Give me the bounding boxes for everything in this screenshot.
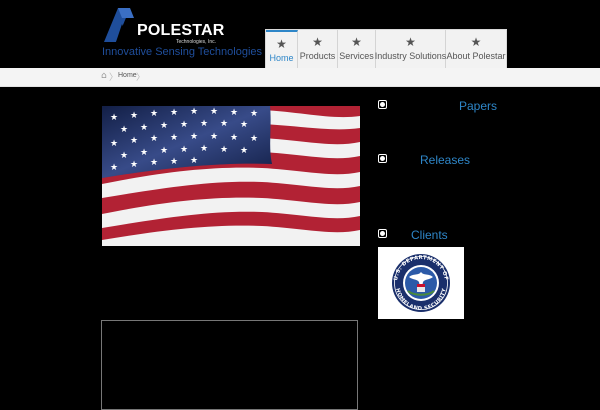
svg-text:★: ★: [160, 121, 168, 131]
svg-text:★: ★: [170, 108, 178, 118]
brand-name: POLESTAR: [137, 22, 225, 39]
sidebar-heading-clients[interactable]: Clients: [411, 228, 448, 242]
svg-text:★: ★: [250, 109, 258, 119]
svg-text:★: ★: [230, 108, 238, 118]
nav-label: About Polestar: [446, 51, 506, 61]
home-icon[interactable]: ⌂: [101, 71, 107, 81]
svg-text:★: ★: [140, 123, 148, 133]
svg-text:★: ★: [240, 120, 248, 130]
star-icon: ★: [351, 35, 362, 49]
client-logo-dhs[interactable]: U.S. DEPARTMENT OF HOMELAND SECURITY: [378, 247, 464, 319]
release-icon: [378, 154, 387, 163]
svg-text:★: ★: [130, 111, 138, 121]
chevron-right-icon: 〉: [136, 73, 146, 83]
sidebar-heading-releases[interactable]: Releases: [420, 153, 470, 167]
star-icon: ★: [470, 35, 482, 49]
breadcrumb-current: Home: [118, 72, 137, 79]
star-icon: ★: [276, 37, 287, 51]
site-logo[interactable]: POLESTAR Technologies, Inc. Innovative S…: [100, 6, 262, 60]
svg-text:★: ★: [190, 132, 198, 142]
svg-text:★: ★: [160, 146, 168, 156]
svg-text:★: ★: [140, 148, 148, 158]
brand-sub: Technologies, Inc.: [176, 39, 217, 45]
nav-item-services[interactable]: ★ Services: [338, 30, 376, 68]
polestar-logo-icon: [104, 8, 134, 42]
svg-text:★: ★: [110, 163, 118, 173]
breadcrumb: ⌂ 〉 Home 〉: [0, 68, 600, 87]
svg-text:★: ★: [150, 109, 158, 119]
star-icon: ★: [312, 35, 323, 49]
svg-text:★: ★: [220, 145, 228, 155]
nav-label: Home: [269, 53, 294, 63]
svg-text:★: ★: [180, 145, 188, 155]
nav-item-industry-solutions[interactable]: ★ Industry Solutions: [374, 30, 447, 68]
nav-item-products[interactable]: ★ Products: [298, 30, 338, 68]
svg-text:★: ★: [220, 119, 228, 129]
svg-text:★: ★: [120, 151, 128, 161]
brand-tagline: Innovative Sensing Technologies: [102, 46, 263, 58]
svg-text:★: ★: [210, 107, 218, 117]
svg-text:★: ★: [170, 133, 178, 143]
svg-text:★: ★: [170, 157, 178, 167]
svg-text:★: ★: [120, 125, 128, 135]
star-icon: ★: [405, 35, 416, 49]
chevron-right-icon: 〉: [109, 73, 119, 83]
svg-text:★: ★: [200, 144, 208, 154]
paper-icon: [378, 100, 387, 109]
svg-text:★: ★: [150, 134, 158, 144]
svg-text:★: ★: [190, 156, 198, 166]
svg-text:★: ★: [210, 132, 218, 142]
client-icon: [378, 229, 387, 238]
svg-text:★: ★: [230, 133, 238, 143]
svg-text:★: ★: [250, 134, 258, 144]
us-flag-image: ★ ★ ★ ★ ★ ★ ★ ★ ★ ★ ★ ★ ★ ★ ★ ★ ★ ★ ★ ★ ★ ★ ★ ★ ★ ★ ★ ★ ★ ★ ★ ★ ★ ★ ★: [102, 106, 360, 246]
svg-text:★: ★: [200, 119, 208, 129]
nav-item-about-polestar[interactable]: ★ About Polestar: [446, 30, 506, 68]
nav-label: Services: [339, 51, 374, 61]
svg-text:★: ★: [130, 160, 138, 170]
nav-label: Products: [299, 51, 336, 61]
svg-text:★: ★: [110, 113, 118, 123]
video-embed-frame[interactable]: [101, 320, 358, 410]
sidebar-heading-papers[interactable]: Papers: [459, 99, 497, 113]
svg-text:★: ★: [190, 107, 198, 117]
main-nav: ★ Home ★ Products ★ Services ★ Industry …: [265, 29, 507, 69]
svg-text:★: ★: [150, 158, 158, 168]
nav-item-home[interactable]: ★ Home: [266, 30, 298, 68]
nav-label: Industry Solutions: [374, 51, 447, 61]
flag-graphic: ★ ★ ★ ★ ★ ★ ★ ★ ★ ★ ★ ★ ★ ★ ★ ★ ★ ★ ★ ★ ★ ★ ★ ★ ★ ★ ★ ★ ★ ★ ★ ★ ★ ★ ★: [102, 106, 360, 246]
svg-text:★: ★: [180, 120, 188, 130]
svg-text:★: ★: [110, 139, 118, 149]
svg-text:★: ★: [130, 136, 138, 146]
svg-text:★: ★: [240, 146, 248, 156]
dhs-seal-icon: U.S. DEPARTMENT OF HOMELAND SECURITY: [392, 254, 450, 312]
